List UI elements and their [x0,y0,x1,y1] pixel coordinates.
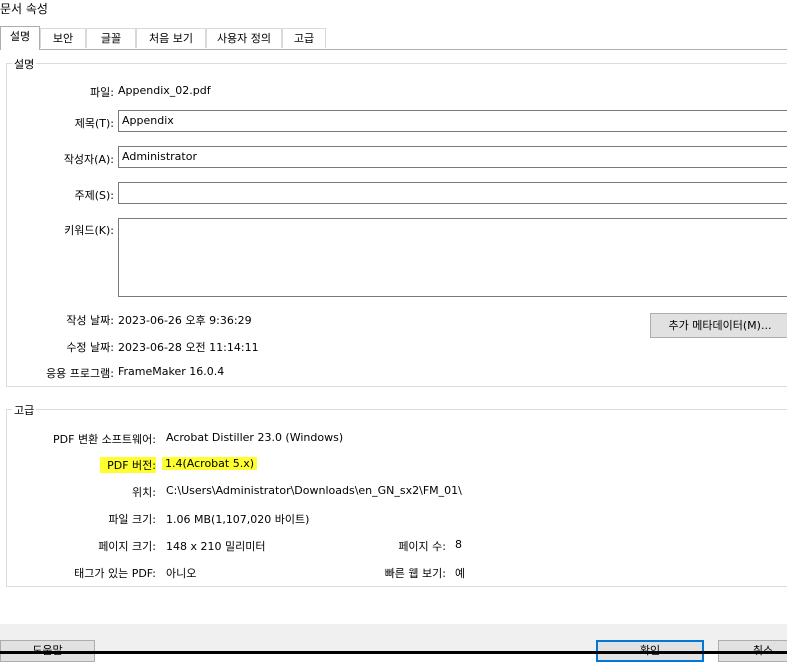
subject-label: 주제(S): [74,189,114,202]
tab-description[interactable]: 설명 [0,26,40,50]
description-group-legend: 설명 [12,56,37,72]
keywords-field[interactable] [118,218,787,297]
tab-security[interactable]: 보안 [40,28,86,48]
location-value: C:\Users\Administrator\Downloads\en_GN_s… [166,484,462,497]
pdf-version-label: PDF 버전: [100,457,156,473]
page-count-label: 페이지 수: [398,540,446,553]
additional-metadata-button[interactable]: 추가 메타데이터(M)... [650,313,787,338]
pdf-version-value: 1.4(Acrobat 5.x) [162,457,258,470]
created-value: 2023-06-26 오후 9:36:29 [118,314,252,327]
tab-strip: 설명 보안 글꼴 처음 보기 사용자 정의 고급 [0,26,787,50]
dialog-title: 문서 속성 [0,2,48,16]
tagged-pdf-label: 태그가 있는 PDF: [74,567,156,580]
tagged-pdf-value: 아니오 [166,567,197,580]
fast-web-view-label: 빠른 웹 보기: [384,567,446,580]
location-label: 위치: [132,486,156,499]
application-label: 응용 프로그램: [46,367,114,380]
file-label: 파일: [90,86,114,99]
subject-field[interactable] [118,182,787,204]
keywords-label: 키워드(K): [64,224,114,237]
modified-label: 수정 날짜: [66,341,114,354]
author-label: 작성자(A): [63,153,114,166]
page-size-label: 페이지 크기: [98,540,156,553]
tab-custom[interactable]: 사용자 정의 [206,28,282,48]
created-label: 작성 날짜: [66,314,114,327]
file-value: Appendix_02.pdf [118,84,211,97]
tab-fonts[interactable]: 글꼴 [86,28,136,48]
author-field[interactable]: Administrator [118,146,787,168]
page-size-value: 148 x 210 밀리미터 [166,540,266,553]
title-field[interactable]: Appendix [118,110,787,132]
tab-initial-view[interactable]: 처음 보기 [136,28,206,48]
tab-advanced[interactable]: 고급 [282,28,326,48]
pdf-producer-value: Acrobat Distiller 23.0 (Windows) [166,431,344,444]
pdf-producer-label: PDF 변환 소프트웨어: [53,433,156,446]
application-value: FrameMaker 16.0.4 [118,365,225,378]
page-count-value: 8 [455,538,462,551]
title-label: 제목(T): [74,117,114,130]
file-size-label: 파일 크기: [108,513,156,526]
file-size-value: 1.06 MB(1,107,020 바이트) [166,513,310,526]
advanced-group-legend: 고급 [12,402,37,418]
modified-value: 2023-06-28 오전 11:14:11 [118,341,259,354]
fast-web-view-value: 예 [455,567,466,580]
